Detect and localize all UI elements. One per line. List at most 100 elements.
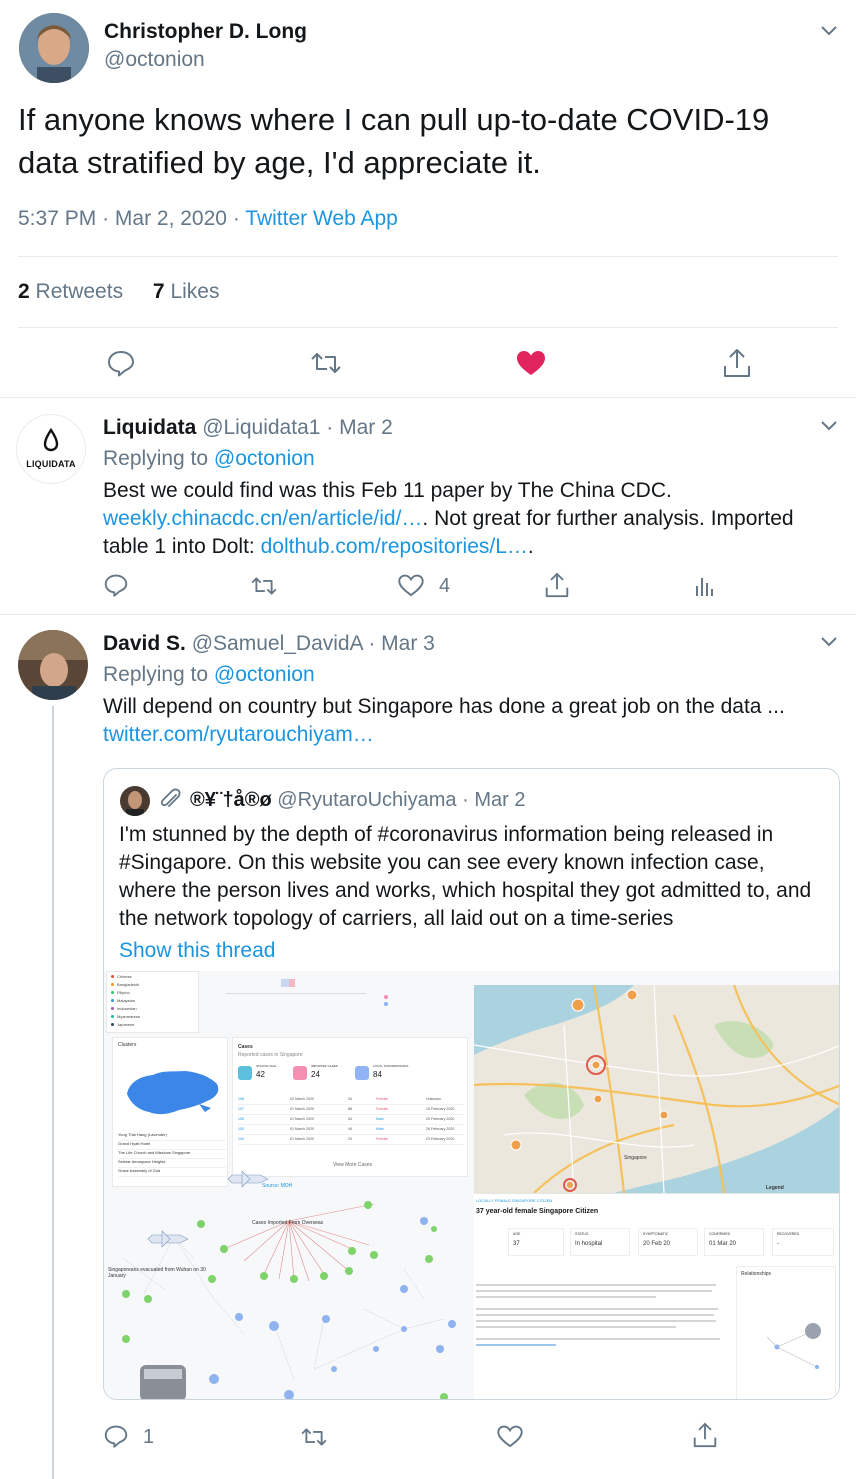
analytics-icon[interactable] xyxy=(694,574,714,598)
cluster-row[interactable]: The Life Church and Missions Singapore xyxy=(118,1150,226,1159)
reply-header: David S. @Samuel_DavidA · Mar 3 xyxy=(103,632,435,656)
stat-icon xyxy=(293,1066,307,1080)
stat-card: IMPORTED CASES 24 xyxy=(293,1064,351,1086)
case-cell-id: 105 xyxy=(238,1127,244,1131)
divider xyxy=(18,256,838,257)
quoted-text-line-4: the network topology of carriers, all la… xyxy=(119,907,674,930)
reply-header: Liquidata @Liquidata1 · Mar 2 xyxy=(103,416,393,440)
cases-subtitle: Reported cases in Singapore xyxy=(238,1052,303,1058)
case-cell-sym: 26 February 2020 xyxy=(426,1127,455,1131)
case-row[interactable]: 107 01 March 2020 88 Female 15 February 2020 xyxy=(238,1106,464,1115)
tweet-time[interactable]: 5:37 PM xyxy=(18,207,96,230)
dashboard-image[interactable]: Chinese Bangladeshi Filipino Malaysian Indon… xyxy=(104,971,839,1399)
nationality-row: Chinese xyxy=(111,974,132,980)
singapore-map[interactable]: Singapore Legend xyxy=(474,985,839,1193)
tweet-text-line-1: If anyone knows where I can pull up-to-d… xyxy=(18,102,770,137)
stat-icon xyxy=(238,1066,252,1080)
case-row[interactable]: 108 02 March 2020 34 Female Unknown xyxy=(238,1096,464,1105)
retweet-icon[interactable] xyxy=(250,575,278,597)
replying-to-link[interactable]: @octonion xyxy=(214,663,315,686)
quoted-author-name[interactable]: ®¥¨†å®ø xyxy=(190,789,272,811)
author-handle[interactable]: @octonion xyxy=(104,48,205,72)
reply-date[interactable]: Mar 3 xyxy=(381,632,435,655)
status-label: STATUS xyxy=(575,1232,589,1236)
tweet-source[interactable]: Twitter Web App xyxy=(245,207,398,230)
age-label: AGE xyxy=(513,1232,521,1236)
replying-to-link[interactable]: @octonion xyxy=(214,447,315,470)
stat-value: 42 xyxy=(256,1070,265,1079)
show-thread-link[interactable]: Show this thread xyxy=(119,939,275,963)
tweet-date[interactable]: Mar 2, 2020 xyxy=(115,207,227,230)
singapore-map-shape xyxy=(127,1071,219,1115)
reply-text: . Not great for further analysis. Import… xyxy=(422,507,794,530)
thread-line xyxy=(52,706,54,1479)
meta-separator: · xyxy=(232,207,240,230)
nationality-row: Filipino xyxy=(111,990,130,996)
like-icon[interactable] xyxy=(398,574,424,597)
chevron-down-icon[interactable] xyxy=(820,420,838,432)
case-row[interactable]: 104 01 March 2020 23 Female 23 February 2020 xyxy=(238,1136,464,1145)
nationality-label: Myanmarese xyxy=(117,1014,141,1019)
source-label: Source: MOH xyxy=(262,1183,293,1189)
info-card-age: AGE 37 xyxy=(508,1228,564,1256)
author-name[interactable]: Christopher D. Long xyxy=(104,20,307,44)
case-cell-sym: Unknown xyxy=(426,1097,441,1101)
reply-date[interactable]: Mar 2 xyxy=(339,416,393,439)
map-city-label: Singapore xyxy=(624,1155,647,1161)
histogram-bar xyxy=(289,979,295,987)
retweets-count: 2 xyxy=(18,280,30,303)
author-avatar[interactable] xyxy=(19,13,89,83)
share-icon[interactable] xyxy=(723,348,751,378)
case-row[interactable]: 105 01 March 2020 49 Male 26 February 2020 xyxy=(238,1126,464,1135)
retweets-stat[interactable]: 2 Retweets xyxy=(18,280,123,303)
quoted-author-avatar[interactable] xyxy=(120,786,150,816)
chevron-down-icon[interactable] xyxy=(820,25,838,37)
cases-title: Cases xyxy=(238,1044,253,1050)
meta-separator: · xyxy=(326,416,334,439)
case-cell-gender: Male xyxy=(376,1117,384,1121)
reply-author-name[interactable]: David S. xyxy=(103,632,186,655)
share-icon[interactable] xyxy=(693,1422,717,1448)
quoted-date[interactable]: Mar 2 xyxy=(474,789,525,811)
case-cell-gender: Female xyxy=(376,1097,388,1101)
reply-icon[interactable] xyxy=(104,573,128,597)
stat-label: IMPORTED CASES xyxy=(311,1064,338,1068)
likes-label: Likes xyxy=(170,280,220,303)
replying-prefix: Replying to xyxy=(103,663,209,686)
cluster-row[interactable]: Yong Thai Hang (Lavender) xyxy=(118,1132,226,1141)
recovered-value: - xyxy=(777,1241,779,1247)
divider xyxy=(0,397,856,398)
transmission-panel xyxy=(374,971,469,1011)
retweet-icon[interactable] xyxy=(310,350,342,376)
twitter-link[interactable]: twitter.com/ryutarouchiyam… xyxy=(103,721,374,749)
reply-author-name[interactable]: Liquidata xyxy=(103,416,196,439)
reply-icon[interactable] xyxy=(104,1424,128,1448)
case-row[interactable]: 106 01 March 2020 54 Male 25 February 2020 xyxy=(238,1116,464,1125)
patient-info-row: AGE 37 STATUS In hospital SYMPTOMATIC 20… xyxy=(474,1228,839,1258)
case-cell-gender: Female xyxy=(376,1107,388,1111)
reply-author-handle[interactable]: @Samuel_DavidA xyxy=(192,632,363,655)
reply-author-handle[interactable]: @Liquidata1 xyxy=(202,416,320,439)
dolthub-link[interactable]: dolthub.com/repositories/L… xyxy=(261,535,528,558)
view-more-cases[interactable]: View More Cases xyxy=(333,1162,372,1168)
quoted-author-handle[interactable]: @RyutaroUchiyama xyxy=(277,789,456,811)
confirmed-value: 01 Mar 20 xyxy=(709,1241,737,1247)
chevron-down-icon[interactable] xyxy=(820,636,838,648)
case-cell-date: 01 March 2020 xyxy=(290,1127,314,1131)
chinacdc-link[interactable]: weekly.chinacdc.cn/en/article/id/… xyxy=(103,507,422,530)
liquidata-avatar[interactable]: LIQUIDATA xyxy=(16,414,86,484)
map-legend-label: Legend xyxy=(766,1185,784,1191)
case-cell-date: 01 March 2020 xyxy=(290,1137,314,1141)
david-avatar[interactable] xyxy=(18,630,88,700)
likes-stat[interactable]: 7 Likes xyxy=(153,280,220,303)
cluster-row[interactable]: Grand Hyatt Hotel xyxy=(118,1141,226,1150)
cluster-row[interactable]: Seletar Aerospace Heights xyxy=(118,1159,226,1168)
like-icon[interactable] xyxy=(497,1425,523,1448)
reply-icon[interactable] xyxy=(107,349,135,377)
retweet-icon[interactable] xyxy=(300,1426,328,1448)
like-icon-active[interactable] xyxy=(516,350,546,376)
share-icon[interactable] xyxy=(545,572,569,598)
stat-label: LOCAL TRANSMISSIONS xyxy=(373,1064,409,1068)
nationality-label: Bangladeshi xyxy=(117,982,140,987)
quoted-tweet-card[interactable]: ®¥¨†å®ø @RyutaroUchiyama · Mar 2 I'm stu… xyxy=(103,768,840,1400)
